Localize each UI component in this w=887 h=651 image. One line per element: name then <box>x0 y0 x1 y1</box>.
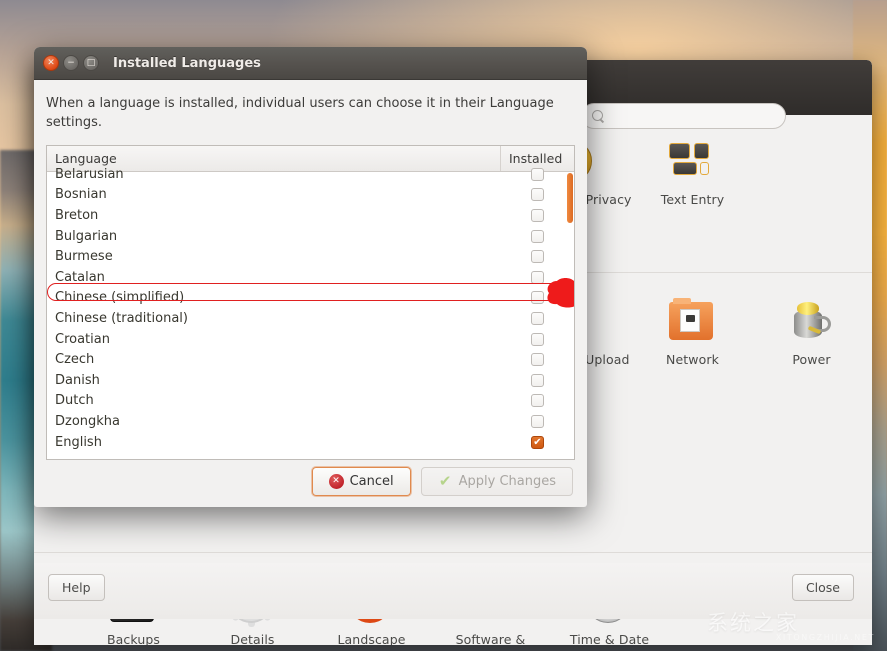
settings-item-label: Network <box>666 352 719 367</box>
installed-checkbox-cell[interactable] <box>501 229 574 243</box>
table-row[interactable]: Burmese <box>47 246 574 267</box>
table-row[interactable]: Dutch <box>47 391 574 412</box>
checkbox-unchecked-icon[interactable] <box>531 167 544 181</box>
settings-item-label: Details <box>230 632 275 646</box>
checkbox-unchecked-icon[interactable] <box>531 373 544 387</box>
dialog-title: Installed Languages <box>113 55 261 71</box>
installed-checkbox-cell[interactable] <box>501 270 574 284</box>
table-row[interactable]: Dzongkha <box>47 411 574 432</box>
language-name: Danish <box>55 372 100 388</box>
table-row[interactable]: Danish <box>47 370 574 391</box>
installed-checkbox-cell[interactable] <box>501 311 574 325</box>
language-name: English <box>55 434 102 450</box>
language-name: Dzongkha <box>55 413 121 429</box>
installed-checkbox-cell[interactable] <box>501 291 574 305</box>
table-row[interactable]: Czech <box>47 349 574 370</box>
checkmark-icon <box>438 474 453 489</box>
checkbox-checked-icon[interactable] <box>531 435 544 449</box>
table-row[interactable]: Chinese (simplified) <box>47 288 574 309</box>
window-close-icon[interactable]: ✕ <box>43 55 59 71</box>
table-row[interactable]: Chinese (traditional) <box>47 308 574 329</box>
checkbox-unchecked-icon[interactable] <box>531 270 544 284</box>
checkbox-unchecked-icon[interactable] <box>531 332 544 346</box>
checkbox-unchecked-icon[interactable] <box>531 229 544 243</box>
installed-checkbox-cell[interactable] <box>501 414 574 428</box>
installed-checkbox-cell[interactable] <box>501 394 574 408</box>
checkbox-unchecked-icon[interactable] <box>531 291 544 305</box>
window-maximize-icon[interactable]: □ <box>83 55 99 71</box>
installed-checkbox-cell[interactable] <box>501 373 574 387</box>
language-name: Catalan <box>55 269 105 285</box>
checkbox-unchecked-icon[interactable] <box>531 188 544 202</box>
settings-item-text-entry[interactable]: Text Entry <box>633 137 752 207</box>
checkbox-unchecked-icon[interactable] <box>531 208 544 222</box>
installed-checkbox-cell[interactable] <box>501 250 574 264</box>
text-entry-icon <box>668 137 717 185</box>
installed-checkbox-cell[interactable] <box>501 332 574 346</box>
checkbox-unchecked-icon[interactable] <box>531 311 544 325</box>
installed-checkbox-cell[interactable] <box>501 353 574 367</box>
installed-checkbox-cell[interactable] <box>501 167 574 181</box>
checkbox-unchecked-icon[interactable] <box>531 414 544 428</box>
settings-divider-2 <box>34 552 872 553</box>
power-icon <box>788 297 836 345</box>
settings-item-label: Time & Date <box>569 632 650 646</box>
language-name: Belarusian <box>55 166 124 182</box>
settings-action-bar: Help Close <box>34 563 872 619</box>
apply-button-label: Apply Changes <box>458 473 556 489</box>
settings-item-label: Power <box>792 352 831 367</box>
dialog-description: When a language is installed, individual… <box>46 96 554 130</box>
installed-checkbox-cell[interactable] <box>501 208 574 222</box>
table-row[interactable]: Bosnian <box>47 185 574 206</box>
cancel-icon <box>328 473 344 489</box>
language-name: Czech <box>55 352 95 368</box>
settings-item-label: Landscape Service <box>337 632 406 646</box>
language-name: Burmese <box>55 249 113 265</box>
language-table: Language Installed Belarusian Bosnian Bret… <box>46 145 575 460</box>
cancel-button[interactable]: Cancel <box>311 466 411 496</box>
checkbox-unchecked-icon[interactable] <box>531 250 544 264</box>
language-name: Dutch <box>55 393 94 409</box>
dialog-button-bar: Cancel Apply Changes <box>34 455 587 507</box>
close-button[interactable]: Close <box>791 574 854 601</box>
table-row[interactable]: Belarusian <box>47 164 574 185</box>
help-button[interactable]: Help <box>48 574 105 601</box>
settings-item-network[interactable]: Network <box>633 297 752 367</box>
window-minimize-icon[interactable]: − <box>63 55 79 71</box>
settings-item-label: Backups <box>106 632 161 646</box>
installed-checkbox-cell[interactable] <box>501 188 574 202</box>
cancel-button-label: Cancel <box>349 473 394 489</box>
language-name: Chinese (simplified) <box>55 290 185 306</box>
settings-item-label: Software & Updates <box>455 632 526 646</box>
language-name: Chinese (traditional) <box>55 310 188 326</box>
table-row[interactable]: English <box>47 432 574 453</box>
language-name: Bosnian <box>55 187 107 203</box>
checkbox-unchecked-icon[interactable] <box>531 353 544 367</box>
vertical-scrollbar[interactable] <box>567 173 573 223</box>
table-row[interactable]: Breton <box>47 205 574 226</box>
table-body: Belarusian Bosnian Breton Bulgarian Burmese C… <box>47 164 574 459</box>
installed-languages-dialog: ✕ − □ Installed Languages When a languag… <box>34 47 587 507</box>
checkbox-unchecked-icon[interactable] <box>531 394 544 408</box>
table-row[interactable]: Catalan <box>47 267 574 288</box>
installed-checkbox-cell[interactable] <box>501 435 574 449</box>
network-icon <box>668 297 717 345</box>
dialog-title-bar: ✕ − □ Installed Languages <box>34 47 587 80</box>
language-name: Breton <box>55 207 99 223</box>
language-name: Bulgarian <box>55 228 118 244</box>
apply-changes-button[interactable]: Apply Changes <box>420 466 573 496</box>
settings-item-label: Text Entry <box>660 192 725 207</box>
table-row[interactable]: Croatian <box>47 329 574 350</box>
table-row[interactable]: Bulgarian <box>47 226 574 247</box>
settings-item-power[interactable]: Power <box>752 297 871 367</box>
language-name: Croatian <box>55 331 110 347</box>
dialog-body: When a language is installed, individual… <box>34 80 587 460</box>
